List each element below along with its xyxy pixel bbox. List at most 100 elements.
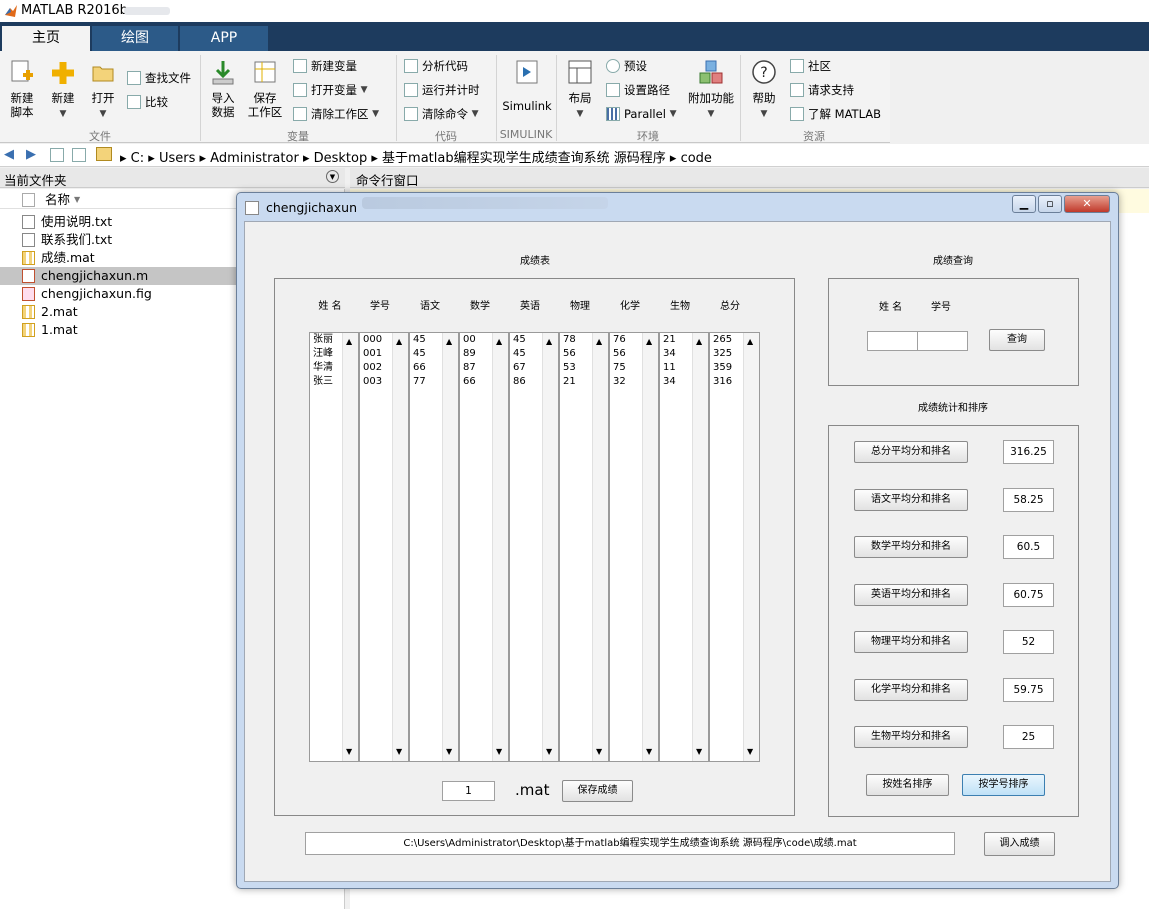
clear-commands-button[interactable]: 清除命令 ▼ — [404, 104, 479, 124]
breadcrumb-item[interactable]: Users — [159, 151, 195, 166]
listbox-scrollbar[interactable]: ▲ ▼ — [342, 333, 358, 761]
biology-average-rank-button[interactable]: 生物平均分和排名 — [854, 726, 968, 748]
math-average-value[interactable]: 60.5 — [1003, 535, 1054, 559]
open-variable-button[interactable]: 打开变量 ▼ — [293, 80, 368, 100]
listbox-scrollbar[interactable]: ▲ ▼ — [442, 333, 458, 761]
biology-listbox[interactable]: 21 34 11 34 ▲ ▼ — [659, 332, 709, 762]
sort-by-id-button[interactable]: 按学号排序 — [962, 774, 1045, 796]
panel-menu-icon[interactable]: ▼ — [326, 170, 339, 183]
analyze-code-button[interactable]: 分析代码 — [404, 56, 468, 76]
sort-by-name-button[interactable]: 按姓名排序 — [866, 774, 949, 796]
scroll-down-icon[interactable]: ▼ — [396, 745, 402, 759]
name-listbox[interactable]: 张丽 汪峰 华清 张三 ▲ ▼ — [309, 332, 359, 762]
close-button[interactable]: ✕ — [1064, 195, 1110, 213]
save-workspace-button[interactable]: 保存 工作区 — [246, 59, 284, 119]
scroll-down-icon[interactable]: ▼ — [446, 745, 452, 759]
new-variable-button[interactable]: 新建变量 — [293, 56, 357, 76]
query-id-input[interactable] — [917, 331, 968, 351]
english-listbox[interactable]: 45 45 67 86 ▲ ▼ — [509, 332, 559, 762]
tab-home[interactable]: 主页 — [2, 26, 90, 51]
scroll-up-icon[interactable]: ▲ — [446, 335, 452, 349]
load-grades-button[interactable]: 调入成绩 — [984, 832, 1055, 856]
english-average-value[interactable]: 60.75 — [1003, 583, 1054, 607]
scroll-up-icon[interactable]: ▲ — [646, 335, 652, 349]
listbox-scrollbar[interactable]: ▲ ▼ — [492, 333, 508, 761]
scroll-up-icon[interactable]: ▲ — [696, 335, 702, 349]
help-button[interactable]: ? 帮助 ▼ — [746, 59, 782, 121]
breadcrumb-item[interactable]: 基于matlab编程实现学生成绩查询系统 源码程序 — [382, 151, 666, 166]
new-button[interactable]: 新建 ▼ — [46, 59, 80, 121]
physics-listbox[interactable]: 78 56 53 21 ▲ ▼ — [559, 332, 609, 762]
scroll-down-icon[interactable]: ▼ — [596, 745, 602, 759]
up-folder-icon[interactable] — [50, 148, 64, 162]
parallel-button[interactable]: Parallel ▼ — [606, 104, 676, 124]
clear-workspace-button[interactable]: 清除工作区 ▼ — [293, 104, 379, 124]
save-grades-button[interactable]: 保存成绩 — [562, 780, 633, 802]
forward-arrow-icon[interactable]: ▶ — [26, 147, 36, 162]
find-files-button[interactable]: 查找文件 — [127, 68, 191, 88]
tab-apps[interactable]: APP — [180, 26, 268, 51]
listbox-scrollbar[interactable]: ▲ ▼ — [743, 333, 759, 761]
breadcrumb-item[interactable]: code — [681, 151, 712, 166]
learn-matlab-button[interactable]: 了解 MATLAB — [790, 104, 881, 124]
listbox-scrollbar[interactable]: ▲ ▼ — [692, 333, 708, 761]
chinese-average-value[interactable]: 58.25 — [1003, 488, 1054, 512]
file-number-field[interactable]: 1 — [442, 781, 495, 801]
listbox-scrollbar[interactable]: ▲ ▼ — [642, 333, 658, 761]
english-average-rank-button[interactable]: 英语平均分和排名 — [854, 584, 968, 606]
physics-average-rank-button[interactable]: 物理平均分和排名 — [854, 631, 968, 653]
scroll-down-icon[interactable]: ▼ — [747, 745, 753, 759]
scroll-up-icon[interactable]: ▲ — [496, 335, 502, 349]
query-name-input[interactable] — [867, 331, 918, 351]
chemistry-average-value[interactable]: 59.75 — [1003, 678, 1054, 702]
chemistry-listbox[interactable]: 76 56 75 32 ▲ ▼ — [609, 332, 659, 762]
scroll-down-icon[interactable]: ▼ — [646, 745, 652, 759]
back-arrow-icon[interactable]: ◀ — [4, 147, 14, 162]
math-average-rank-button[interactable]: 数学平均分和排名 — [854, 536, 968, 558]
listbox-scrollbar[interactable]: ▲ ▼ — [592, 333, 608, 761]
run-and-time-button[interactable]: 运行并计时 — [404, 80, 480, 100]
file-path-field[interactable]: C:\Users\Administrator\Desktop\基于matlab编… — [305, 832, 955, 855]
scroll-up-icon[interactable]: ▲ — [596, 335, 602, 349]
scroll-up-icon[interactable]: ▲ — [346, 335, 352, 349]
simulink-button[interactable]: Simulink — [501, 59, 553, 113]
import-data-button[interactable]: 导入 数据 — [205, 59, 241, 119]
open-button[interactable]: 打开 ▼ — [86, 59, 120, 121]
breadcrumb-item[interactable]: C: — [131, 151, 144, 166]
set-path-button[interactable]: 设置路径 — [606, 80, 670, 100]
scroll-up-icon[interactable]: ▲ — [396, 335, 402, 349]
scroll-down-icon[interactable]: ▼ — [496, 745, 502, 759]
query-name-label: 姓 名 — [879, 302, 903, 313]
compare-button[interactable]: 比较 — [127, 92, 168, 112]
total-listbox[interactable]: 265 325 359 316 ▲ ▼ — [709, 332, 760, 762]
new-script-button[interactable]: 新建 脚本 — [4, 59, 40, 119]
query-button[interactable]: 查询 — [989, 329, 1045, 351]
physics-average-value[interactable]: 52 — [1003, 630, 1054, 654]
chinese-average-rank-button[interactable]: 语文平均分和排名 — [854, 489, 968, 511]
chinese-listbox[interactable]: 45 45 66 77 ▲ ▼ — [409, 332, 459, 762]
addons-button[interactable]: 附加功能 ▼ — [686, 59, 736, 121]
breadcrumb-item[interactable]: Desktop — [314, 151, 368, 166]
tab-plots[interactable]: 绘图 — [92, 26, 178, 51]
request-support-button[interactable]: 请求支持 — [790, 80, 854, 100]
scroll-down-icon[interactable]: ▼ — [696, 745, 702, 759]
math-listbox[interactable]: 00 89 87 66 ▲ ▼ — [459, 332, 509, 762]
preferences-button[interactable]: 预设 — [606, 56, 647, 76]
scroll-down-icon[interactable]: ▼ — [546, 745, 552, 759]
biology-average-value[interactable]: 25 — [1003, 725, 1054, 749]
id-listbox[interactable]: 000 001 002 003 ▲ ▼ — [359, 332, 409, 762]
chemistry-average-rank-button[interactable]: 化学平均分和排名 — [854, 679, 968, 701]
total-average-value[interactable]: 316.25 — [1003, 440, 1054, 464]
listbox-scrollbar[interactable]: ▲ ▼ — [542, 333, 558, 761]
scroll-up-icon[interactable]: ▲ — [747, 335, 753, 349]
maximize-button[interactable]: ▫ — [1038, 195, 1062, 213]
scroll-up-icon[interactable]: ▲ — [546, 335, 552, 349]
breadcrumb-item[interactable]: Administrator — [210, 151, 299, 166]
listbox-scrollbar[interactable]: ▲ ▼ — [392, 333, 408, 761]
total-average-rank-button[interactable]: 总分平均分和排名 — [854, 441, 968, 463]
browse-folder-icon[interactable] — [72, 148, 86, 162]
scroll-down-icon[interactable]: ▼ — [346, 745, 352, 759]
community-button[interactable]: 社区 — [790, 56, 831, 76]
layout-button[interactable]: 布局 ▼ — [562, 59, 598, 121]
minimize-button[interactable]: ▁ — [1012, 195, 1036, 213]
